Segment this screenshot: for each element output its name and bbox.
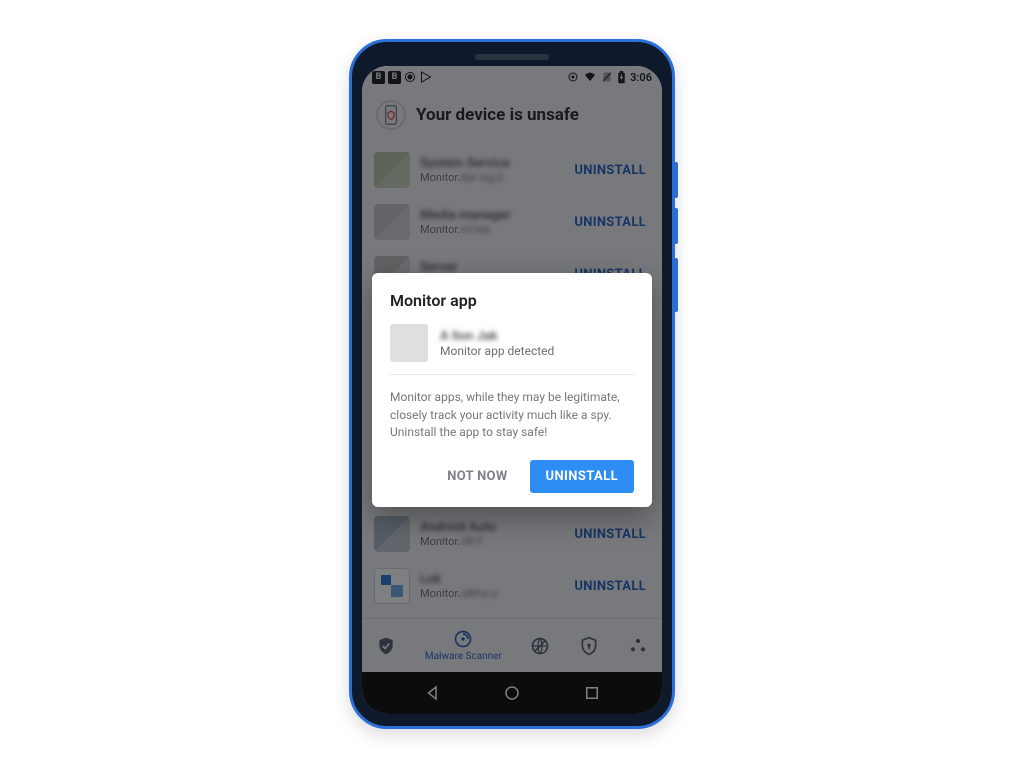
scan-title: Your device is unsafe (416, 105, 579, 125)
power-button[interactable] (673, 258, 678, 312)
app-name: System Service (420, 156, 560, 171)
nav-back-button[interactable] (424, 684, 442, 702)
nav-recents-button[interactable] (583, 684, 601, 702)
app-icon (374, 256, 410, 292)
notification-badge-1-icon: B (372, 71, 385, 84)
threat-list: System Service Monitor.Xar ing E UNINSTA… (362, 144, 662, 618)
speaker-slot (475, 54, 549, 60)
uninstall-button[interactable]: UNINSTALL (570, 521, 650, 548)
stage: B B 3:06 Your device is unsa (0, 0, 1024, 768)
detection-text: Monitor.mi kar (420, 223, 560, 236)
tab-malware-scanner[interactable]: Malware Scanner (425, 629, 502, 662)
scan-header: Your device is unsafe (362, 88, 662, 144)
status-bar: B B 3:06 (362, 66, 662, 88)
tab-label: Malware Scanner (425, 651, 502, 662)
unsafe-device-icon (376, 100, 406, 130)
notification-badge-2-icon: B (388, 71, 401, 84)
list-item[interactable]: Android Auto Monitor.UR F UNINSTALL (362, 508, 662, 560)
volume-up-button[interactable] (673, 162, 678, 198)
tab-privacy[interactable] (579, 636, 599, 656)
clock-text: 3:06 (630, 71, 652, 84)
app-icon (374, 516, 410, 552)
phone-frame: B B 3:06 Your device is unsa (349, 39, 675, 729)
target-icon (567, 71, 579, 83)
wifi-icon (583, 71, 597, 83)
uninstall-button[interactable]: UNINSTALL (570, 261, 650, 288)
circle-icon (404, 71, 416, 83)
list-item[interactable]: Lok Monitor.uWha a UNINSTALL (362, 560, 662, 612)
nav-home-button[interactable] (503, 684, 521, 702)
list-item[interactable]: Server UNINSTALL (362, 248, 662, 300)
detection-text: Monitor.Xar ing E (420, 171, 560, 184)
uninstall-button[interactable]: UNINSTALL (570, 157, 650, 184)
app-icon (374, 152, 410, 188)
no-sim-icon (601, 71, 613, 83)
detection-text: Monitor.UR F (420, 535, 560, 548)
battery-icon (617, 71, 626, 84)
app-name: Android Auto (420, 520, 560, 535)
app-name: Lok (420, 572, 560, 587)
app-icon (374, 464, 410, 500)
detection-text (420, 275, 560, 288)
app-name: Server (420, 260, 560, 275)
uninstall-button[interactable]: UNINSTALL (570, 209, 650, 236)
bottom-tab-bar: Malware Scanner (362, 618, 662, 672)
tab-more[interactable] (628, 636, 648, 656)
app-icon (374, 568, 410, 604)
app-name: Media manager (420, 208, 560, 223)
uninstall-button[interactable]: UNINSTALL (570, 573, 650, 600)
list-item[interactable]: System Service Monitor.Xar ing E UNINSTA… (362, 144, 662, 196)
app-icon (374, 204, 410, 240)
screen: B B 3:06 Your device is unsa (362, 66, 662, 714)
tab-web[interactable] (530, 636, 550, 656)
list-item[interactable]: Monitor.must app UNINSTALL (362, 456, 662, 508)
detection-text: Monitor.must app (420, 476, 560, 489)
play-store-icon (419, 71, 433, 83)
tab-shield[interactable] (376, 636, 396, 656)
volume-down-button[interactable] (673, 208, 678, 244)
list-item[interactable]: Media manager Monitor.mi kar UNINSTALL (362, 196, 662, 248)
android-nav-bar (362, 672, 662, 714)
detection-text: Monitor.uWha a (420, 587, 560, 600)
